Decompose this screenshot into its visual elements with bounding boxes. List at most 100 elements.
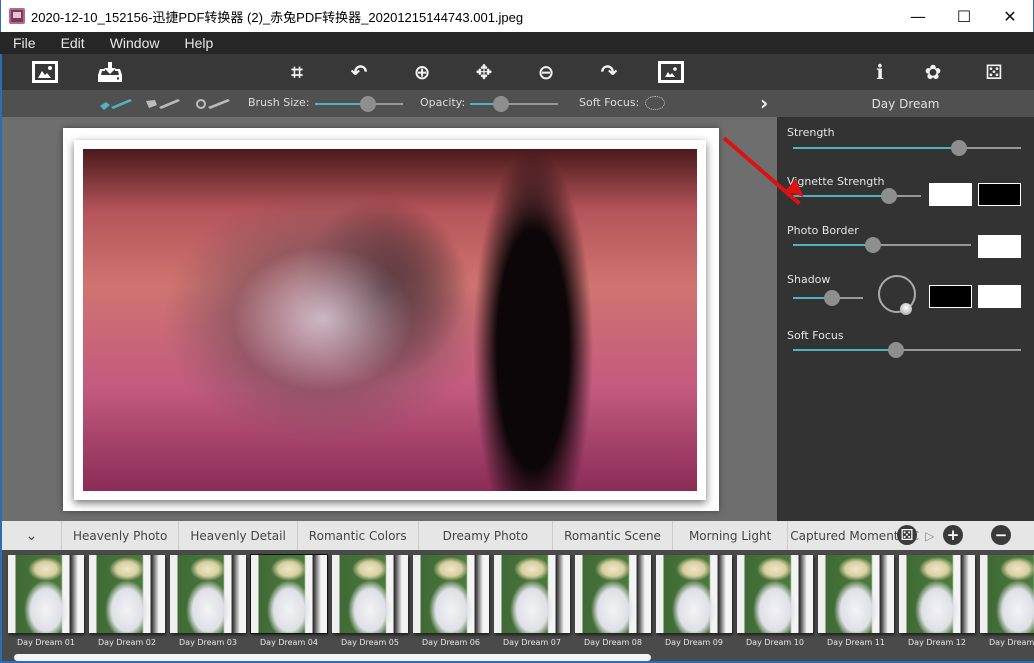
tab-morning-light[interactable]: Morning Light: [673, 521, 789, 550]
style-thumbnail-label: Day Dream 10: [746, 638, 804, 647]
add-style-icon[interactable]: +: [943, 525, 963, 545]
opacity-knob[interactable]: [492, 96, 509, 112]
next-arrow-icon[interactable]: ›: [760, 91, 768, 115]
style-thumbnail-label: Day Dream 01: [17, 638, 75, 647]
photo-border-label: Photo Border: [787, 224, 859, 237]
shadow-knob[interactable]: [823, 290, 840, 306]
photo-border-knob[interactable]: [865, 237, 882, 253]
app-icon: [9, 8, 25, 24]
fit-image-icon[interactable]: [656, 58, 686, 86]
collapse-strip-button[interactable]: ⌄: [2, 521, 62, 550]
effect-settings-panel: Strength Vignette Strength Photo Border …: [777, 117, 1034, 521]
style-thumbnail-label: Day Dream 11: [827, 638, 885, 647]
style-thumbnail-label: Day Dream 08: [584, 638, 642, 647]
remove-style-icon[interactable]: −: [991, 525, 1011, 545]
strength-fill: [793, 147, 960, 149]
style-thumbnail-label: Day Dream 05: [341, 638, 399, 647]
preview-image: [83, 149, 697, 491]
style-thumbnail-label: Day Dream 12: [908, 638, 966, 647]
vignette-color-inner-swatch[interactable]: [929, 183, 972, 206]
tab-romantic-scene[interactable]: Romantic Scene: [553, 521, 673, 550]
open-image-icon[interactable]: [30, 58, 60, 86]
menu-bar: File Edit Window Help: [0, 32, 1034, 54]
brush-size-knob[interactable]: [359, 96, 376, 112]
zoom-out-icon[interactable]: ⊖: [531, 58, 561, 86]
shadow-direction-handle[interactable]: [900, 303, 912, 315]
style-thumbnail[interactable]: [575, 555, 651, 633]
strength-knob[interactable]: [951, 140, 968, 156]
style-thumbnail[interactable]: [818, 555, 894, 633]
panel-header: Day Dream: [777, 90, 1034, 117]
minimize-button[interactable]: —: [895, 0, 941, 32]
shadow-direction-dial[interactable]: [878, 275, 916, 315]
soft-focus-fill: [793, 349, 896, 351]
scroll-tabs-right-icon[interactable]: ▷: [923, 521, 936, 550]
panel-title: Day Dream: [871, 97, 940, 111]
style-thumbnail[interactable]: [170, 555, 246, 633]
brush-toolbar: Brush Size: Opacity: Soft Focus: ›: [0, 90, 777, 117]
close-button[interactable]: ✕: [987, 0, 1033, 32]
brush-restore-icon[interactable]: [195, 96, 231, 115]
shadow-background-swatch[interactable]: [978, 285, 1021, 308]
shadow-label: Shadow: [787, 273, 831, 286]
redo-icon[interactable]: ↷: [594, 58, 624, 86]
main-toolbar: ⌗ ↶ ⊕ ✥ ⊖ ↷ ℹ ✿ ⚄: [0, 54, 1034, 90]
photo-border: [74, 140, 706, 500]
random-style-icon[interactable]: ⚄: [897, 525, 917, 545]
vignette-strength-slider[interactable]: [793, 188, 921, 204]
strength-slider[interactable]: [793, 140, 1021, 156]
menu-window[interactable]: Window: [110, 35, 160, 51]
crop-icon[interactable]: ⌗: [282, 58, 312, 86]
style-thumbnail[interactable]: [980, 555, 1034, 633]
photo-frame: [63, 128, 719, 511]
style-thumbnail[interactable]: [413, 555, 489, 633]
shadow-color-swatch[interactable]: [929, 285, 972, 308]
soft-focus-slider[interactable]: [793, 342, 1021, 358]
maximize-button[interactable]: ☐: [941, 0, 987, 32]
thumbnail-scrollbar[interactable]: [14, 654, 651, 661]
tab-captured-moments[interactable]: Captured Moments: [788, 521, 906, 550]
style-thumbnail[interactable]: [737, 555, 813, 633]
style-thumbnail[interactable]: [656, 555, 732, 633]
zoom-in-icon[interactable]: ⊕: [407, 58, 437, 86]
style-thumbnail-label: Day Dream 04: [260, 638, 318, 647]
brush-erase-icon[interactable]: [145, 96, 181, 115]
save-icon[interactable]: [95, 58, 125, 86]
style-thumbnail[interactable]: [89, 555, 165, 633]
tab-dreamy-photo[interactable]: Dreamy Photo: [419, 521, 554, 550]
style-thumbnail[interactable]: [494, 555, 570, 633]
style-thumbnail-strip: Day Dream 01 Day Dream 02 Day Dream 03 Day …: [0, 550, 1034, 663]
menu-file[interactable]: File: [13, 35, 36, 51]
move-icon[interactable]: ✥: [469, 58, 499, 86]
strength-label: Strength: [787, 126, 835, 139]
random-dice-icon[interactable]: ⚄: [977, 58, 1011, 86]
settings-icon[interactable]: ✿: [918, 58, 948, 86]
style-thumbnail[interactable]: [899, 555, 975, 633]
tab-heavenly-photo[interactable]: Heavenly Photo: [62, 521, 180, 550]
style-thumbnail[interactable]: [250, 554, 328, 634]
style-thumbnail-label: Day Dream 09: [665, 638, 723, 647]
shadow-slider[interactable]: [793, 290, 863, 306]
image-canvas[interactable]: [0, 117, 777, 521]
menu-help[interactable]: Help: [184, 35, 213, 51]
tab-romantic-colors[interactable]: Romantic Colors: [298, 521, 419, 550]
undo-icon[interactable]: ↶: [344, 58, 374, 86]
vignette-strength-fill: [793, 195, 889, 197]
brush-paint-icon[interactable]: [99, 96, 133, 115]
menu-edit[interactable]: Edit: [61, 35, 85, 51]
tab-heavenly-detail[interactable]: Heavenly Detail: [179, 521, 298, 550]
opacity-slider[interactable]: [470, 96, 558, 112]
style-thumbnail-label: Day Dream 03: [179, 638, 237, 647]
soft-focus-icon[interactable]: [645, 96, 665, 110]
style-thumbnail[interactable]: [8, 555, 84, 633]
photo-border-color-swatch[interactable]: [978, 235, 1021, 258]
vignette-strength-knob[interactable]: [881, 188, 897, 204]
brush-size-slider[interactable]: [315, 96, 403, 112]
style-thumbnail-label: Day Dream 02: [98, 638, 156, 647]
soft-focus-knob[interactable]: [887, 342, 904, 358]
photo-border-slider[interactable]: [793, 237, 971, 253]
vignette-color-outer-swatch[interactable]: [978, 183, 1021, 206]
info-icon[interactable]: ℹ: [865, 58, 895, 86]
style-thumbnail[interactable]: [332, 555, 408, 633]
title-bar: 2020-12-10_152156-迅捷PDF转换器 (2)_赤兔PDF转换器_…: [0, 0, 1034, 32]
